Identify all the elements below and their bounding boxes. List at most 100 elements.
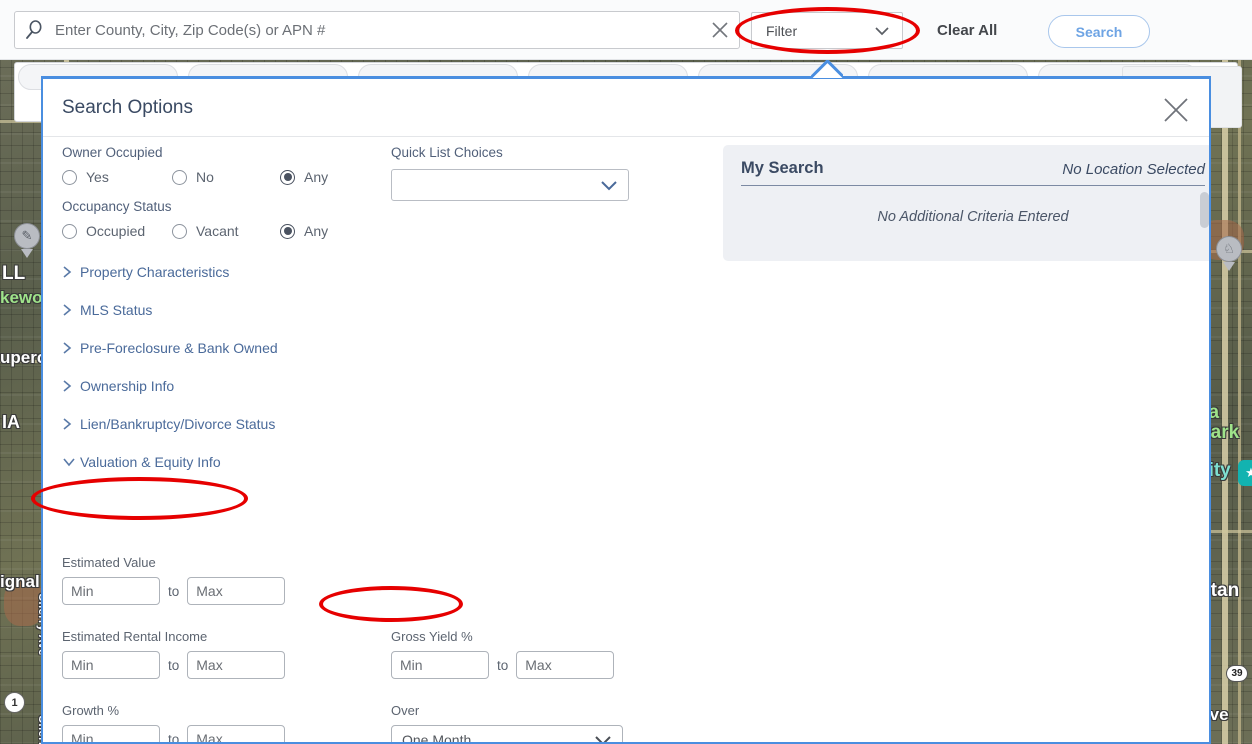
scrollbar-thumb[interactable]: [1200, 192, 1209, 228]
app-root: LL kewoo uperc IA ignal Cherry Ave Cherr…: [0, 0, 1252, 744]
valuation-equity-fields: Estimated Value to Estimated Rental Inco…: [62, 555, 1192, 744]
search-button[interactable]: Search: [1048, 15, 1150, 48]
map-pin-marker[interactable]: ✎: [14, 223, 40, 257]
my-search-header: My Search No Location Selected: [741, 159, 1205, 186]
quick-list-column: Quick List Choices: [391, 145, 691, 201]
radio-label: No: [196, 169, 214, 185]
panel-header: Search Options: [43, 79, 1209, 137]
radio-owner-occupied-no[interactable]: No: [172, 169, 280, 185]
accordion-item-valuation-equity-info[interactable]: Valuation & Equity Info: [62, 443, 402, 481]
over-group: Over One Month: [391, 703, 623, 744]
estimated-value-max-input[interactable]: [187, 577, 285, 605]
map-poi-badge[interactable]: ★: [1238, 460, 1252, 486]
rental-income-and-gross-yield-row: Estimated Rental Income to Gross Yield %…: [62, 629, 1192, 683]
chevron-right-icon: [62, 265, 80, 279]
estimated-rental-income-label: Estimated Rental Income: [62, 629, 285, 644]
my-search-empty-message: No Additional Criteria Entered: [877, 209, 1068, 225]
radio-label: Any: [304, 223, 328, 239]
chevron-down-icon: [594, 735, 612, 744]
radio-icon: [172, 224, 187, 239]
map-label: uperc: [0, 348, 46, 368]
chevron-right-icon: [62, 379, 80, 393]
chevron-down-icon: [600, 180, 618, 191]
map-pin-marker[interactable]: ♘: [1216, 236, 1242, 270]
growth-min-input[interactable]: [62, 725, 160, 744]
radio-occupancy-occupied[interactable]: Occupied: [62, 223, 172, 239]
accordion-label: Pre-Foreclosure & Bank Owned: [80, 340, 278, 356]
popover-arrow: [811, 60, 843, 78]
growth-and-over-row: Growth % to Over One Month: [62, 703, 1192, 744]
estimated-value-range: to: [62, 577, 1192, 605]
accordion-label: Lien/Bankruptcy/Divorce Status: [80, 416, 275, 432]
accordion-item-pre-foreclosure-bank-owned[interactable]: Pre-Foreclosure & Bank Owned: [62, 329, 402, 367]
over-dropdown[interactable]: One Month: [391, 725, 623, 744]
gross-yield-group: Gross Yield % to: [391, 629, 614, 679]
highway-shield-icon: 39: [1226, 665, 1248, 682]
accordion-label: MLS Status: [80, 302, 152, 318]
estimated-rental-income-min-input[interactable]: [62, 651, 160, 679]
radio-icon-selected: [280, 224, 295, 239]
radio-label: Yes: [86, 169, 109, 185]
estimated-value-label: Estimated Value: [62, 555, 1192, 570]
close-icon[interactable]: [1159, 93, 1193, 127]
estimated-rental-income-group: Estimated Rental Income to: [62, 629, 285, 679]
gross-yield-max-input[interactable]: [516, 651, 614, 679]
page-title: Search Options: [62, 97, 193, 119]
range-separator: to: [497, 658, 508, 673]
growth-label: Growth %: [62, 703, 285, 718]
over-value: One Month: [402, 732, 471, 744]
search-icon: [15, 11, 55, 49]
range-separator: to: [168, 584, 179, 599]
search-field-wrapper[interactable]: [14, 11, 740, 49]
gross-yield-min-input[interactable]: [391, 651, 489, 679]
occupancy-status-radio-group: Occupied Vacant Any: [62, 223, 402, 239]
range-separator: to: [168, 732, 179, 744]
radio-label: Occupied: [86, 223, 145, 239]
filter-dropdown[interactable]: Filter: [751, 12, 903, 49]
search-button-label: Search: [1076, 24, 1123, 40]
radio-occupancy-any[interactable]: Any: [280, 223, 328, 239]
my-search-title: My Search: [741, 159, 824, 178]
estimated-value-min-input[interactable]: [62, 577, 160, 605]
radio-icon: [172, 170, 187, 185]
accordion-item-lien-bankruptcy-divorce-status[interactable]: Lien/Bankruptcy/Divorce Status: [62, 405, 402, 443]
map-label: ignal: [0, 572, 40, 592]
growth-max-input[interactable]: [187, 725, 285, 744]
filter-label: Filter: [766, 23, 797, 39]
panel-body: Owner Occupied Yes No Any Occupa: [43, 137, 1209, 155]
map-numbered-marker[interactable]: 1: [4, 692, 25, 713]
owner-occupied-radio-group: Yes No Any: [62, 169, 402, 185]
radio-label: Vacant: [196, 223, 239, 239]
my-search-location: No Location Selected: [1062, 161, 1205, 178]
estimated-rental-income-range: to: [62, 651, 285, 679]
criteria-accordion: Property Characteristics MLS Status Pre-…: [62, 253, 402, 481]
clear-search-icon[interactable]: [701, 11, 739, 49]
criteria-column: Owner Occupied Yes No Any Occupa: [62, 145, 402, 481]
my-search-card: My Search No Location Selected No Additi…: [723, 145, 1211, 261]
clear-all-label: Clear All: [937, 22, 997, 39]
search-input[interactable]: [55, 22, 701, 39]
quick-list-dropdown[interactable]: [391, 169, 629, 201]
chevron-down-icon: [874, 26, 890, 36]
accordion-item-ownership-info[interactable]: Ownership Info: [62, 367, 402, 405]
accordion-item-property-characteristics[interactable]: Property Characteristics: [62, 253, 402, 291]
quick-list-label: Quick List Choices: [391, 145, 691, 160]
estimated-rental-income-max-input[interactable]: [187, 651, 285, 679]
occupancy-status-label: Occupancy Status: [62, 199, 402, 214]
accordion-label: Ownership Info: [80, 378, 174, 394]
accordion-label: Valuation & Equity Info: [80, 454, 221, 470]
clear-all-button[interactable]: Clear All: [937, 22, 997, 39]
top-search-bar: Filter Clear All Search: [0, 0, 1252, 60]
owner-occupied-label: Owner Occupied: [62, 145, 402, 160]
radio-icon-selected: [280, 170, 295, 185]
gross-yield-range: to: [391, 651, 614, 679]
chevron-right-icon: [62, 303, 80, 317]
accordion-label: Property Characteristics: [80, 264, 229, 280]
chevron-down-icon: [62, 456, 80, 468]
radio-owner-occupied-any[interactable]: Any: [280, 169, 328, 185]
accordion-item-mls-status[interactable]: MLS Status: [62, 291, 402, 329]
radio-icon: [62, 170, 77, 185]
gross-yield-label: Gross Yield %: [391, 629, 614, 644]
radio-occupancy-vacant[interactable]: Vacant: [172, 223, 280, 239]
radio-owner-occupied-yes[interactable]: Yes: [62, 169, 172, 185]
